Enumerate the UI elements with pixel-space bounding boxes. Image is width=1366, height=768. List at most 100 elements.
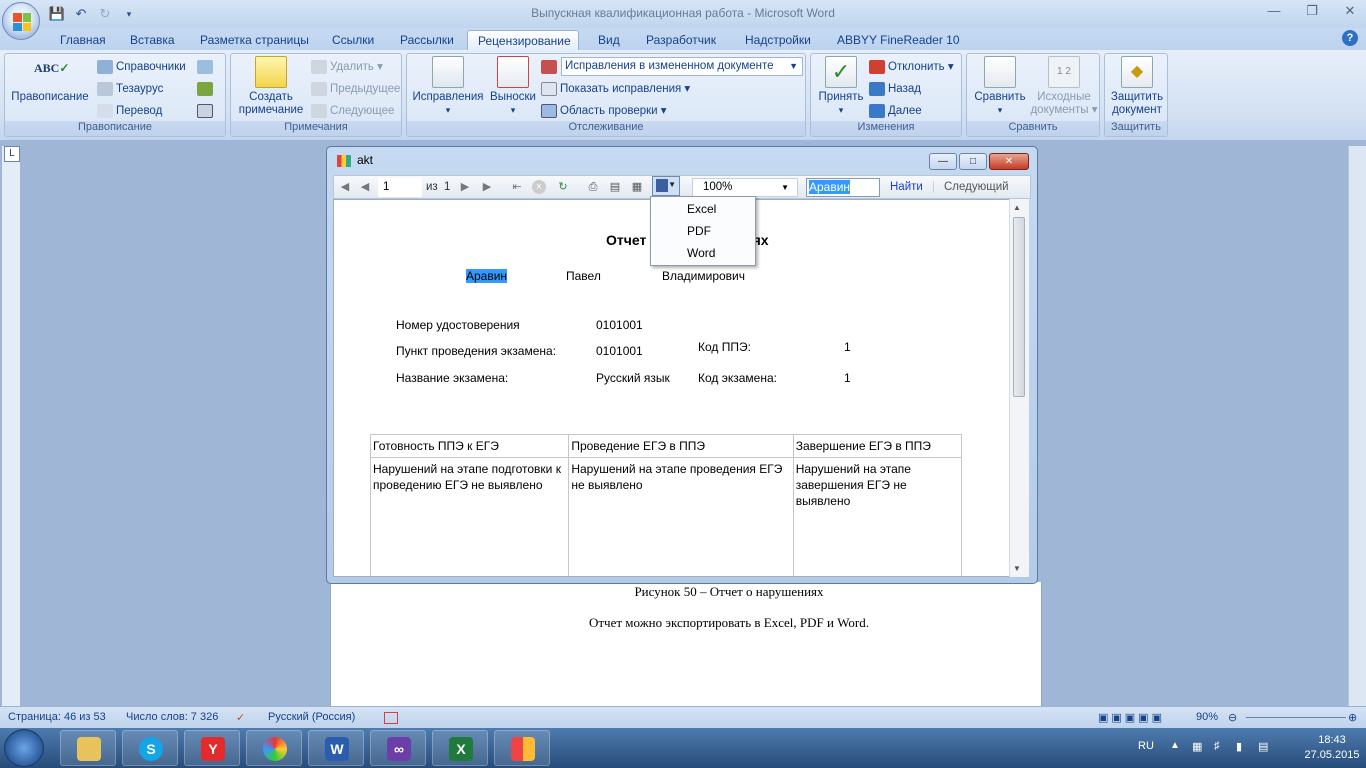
previous-change-button[interactable]: Назад (869, 80, 921, 98)
spelling-button[interactable]: ABC✓ Правописание (9, 56, 91, 104)
back-icon[interactable]: ⇤ (510, 180, 524, 194)
balloons-button[interactable]: Выноски ▾ (487, 56, 539, 117)
find-next-link[interactable]: Следующий (944, 179, 1009, 196)
translate-button[interactable]: Перевод (97, 102, 162, 120)
tab-page-layout[interactable]: Разметка страницы (196, 30, 313, 50)
dialog-maximize-icon[interactable]: □ (959, 153, 987, 170)
taskbar-excel[interactable]: X (432, 730, 488, 766)
start-button[interactable] (4, 729, 44, 767)
print-icon[interactable]: ⎙ (586, 180, 600, 194)
last-page-icon[interactable]: ▶ (480, 180, 494, 194)
tab-view[interactable]: Вид (594, 30, 624, 50)
reviewing-pane-button[interactable]: Область проверки ▾ (541, 102, 667, 120)
document-scrollbar[interactable] (1348, 146, 1366, 706)
reject-label: Отклонить (888, 61, 945, 73)
export-word-item[interactable]: Word (687, 244, 715, 262)
table-header-row: Готовность ППЭ к ЕГЭ Проведение ЕГЭ в ПП… (369, 434, 963, 458)
next-comment-button[interactable]: Следующее (311, 102, 394, 120)
zoom-out-icon[interactable]: ⊖ (1228, 711, 1237, 724)
scroll-up-icon[interactable]: ▲ (1013, 203, 1021, 212)
view-buttons[interactable]: ▣▣▣▣▣ (1098, 711, 1165, 724)
page-number-input[interactable]: 1 (378, 178, 422, 197)
new-comment-button[interactable]: Создать примечание (233, 56, 309, 117)
volume-icon[interactable]: ♯ (1214, 740, 1220, 752)
tab-mailings[interactable]: Рассылки (396, 30, 458, 50)
tab-abbyy[interactable]: ABBYY FineReader 10 (833, 30, 964, 50)
previous-page-icon[interactable]: ◀ (358, 180, 372, 194)
stop-icon[interactable]: × (532, 180, 546, 194)
language-indicator[interactable]: Русский (Россия) (268, 711, 355, 723)
clock-time[interactable]: 18:43 (1302, 734, 1362, 746)
taskbar-app8[interactable] (494, 730, 550, 766)
taskbar-app4[interactable] (246, 730, 302, 766)
ruler-toggle-icon[interactable]: L (4, 146, 20, 162)
skype-icon: S (139, 737, 163, 761)
dialog-close-icon[interactable]: ✕ (989, 153, 1029, 170)
word-count[interactable]: Число слов: 7 326 (126, 711, 218, 723)
track-changes-button[interactable]: Исправления ▾ (409, 56, 487, 117)
tray-expand-icon[interactable]: ▲ (1170, 740, 1180, 751)
help-icon[interactable]: ? (1342, 30, 1358, 46)
tab-home[interactable]: Главная (56, 30, 110, 50)
tab-review[interactable]: Рецензирование (467, 30, 579, 50)
scroll-down-icon[interactable]: ▼ (1013, 564, 1021, 573)
taskbar-visualstudio[interactable]: ∞ (370, 730, 426, 766)
battery-icon[interactable]: ▤ (1258, 740, 1268, 753)
translate-tooltip-button[interactable] (197, 58, 216, 76)
next-change-button[interactable]: Далее (869, 102, 922, 120)
macro-record-icon[interactable] (384, 712, 398, 724)
close-icon[interactable]: ✕ (1338, 2, 1362, 20)
delete-comment-button[interactable]: Удалить ▾ (311, 58, 383, 76)
signal-icon[interactable]: ▮ (1236, 740, 1242, 753)
office-button[interactable] (2, 2, 40, 40)
tab-developer[interactable]: Разработчик (642, 30, 720, 50)
language-button[interactable] (197, 80, 216, 98)
find-input[interactable]: Аравин (806, 178, 880, 197)
restore-icon[interactable]: ❐ (1300, 2, 1324, 20)
refresh-icon[interactable]: ↻ (556, 180, 570, 194)
accept-button[interactable]: ✓ Принять ▾ (813, 56, 869, 117)
export-pdf-item[interactable]: PDF (687, 222, 711, 240)
page-indicator[interactable]: Страница: 46 из 53 (8, 711, 106, 723)
tab-references[interactable]: Ссылки (328, 30, 378, 50)
taskbar-skype[interactable]: S (122, 730, 178, 766)
zoom-slider[interactable] (1246, 717, 1346, 718)
yandex-icon: Y (201, 737, 225, 761)
display-for-review-select[interactable]: Исправления в измененном документе ▼ (561, 57, 803, 76)
thesaurus-label: Тезаурус (116, 83, 164, 95)
export-excel-item[interactable]: Excel (687, 200, 716, 218)
protect-document-button[interactable]: ◆ Защитить документ (1107, 56, 1167, 117)
tab-insert[interactable]: Вставка (126, 30, 179, 50)
proofing-status-icon[interactable]: ✓ (236, 711, 245, 724)
zoom-select[interactable]: 100% ▼ (692, 178, 798, 197)
clock-date[interactable]: 27.05.2015 (1302, 749, 1362, 761)
compare-button[interactable]: Сравнить ▾ (969, 56, 1031, 117)
export-button[interactable]: ▼ (652, 176, 680, 196)
new-comment-label-1: Создать (249, 91, 293, 103)
network-icon[interactable]: ▦ (1192, 740, 1202, 753)
taskbar-explorer[interactable] (60, 730, 116, 766)
next-page-icon[interactable]: ▶ (458, 180, 472, 194)
reject-button[interactable]: Отклонить ▾ (869, 58, 954, 76)
tab-addins[interactable]: Надстройки (741, 30, 815, 50)
previous-comment-button[interactable]: Предыдущее (311, 80, 400, 98)
word-count-button[interactable] (197, 102, 216, 120)
report-scrollbar[interactable]: ▲ ▼ (1009, 199, 1029, 577)
first-page-icon[interactable]: ◀ (338, 180, 352, 194)
page-setup-icon[interactable]: ▦ (630, 180, 644, 194)
find-link[interactable]: Найти (890, 179, 923, 196)
taskbar-word[interactable]: W (308, 730, 364, 766)
zoom-level[interactable]: 90% (1196, 711, 1218, 723)
thesaurus-button[interactable]: Тезаурус (97, 80, 163, 98)
show-markup-button[interactable]: Показать исправления ▾ (541, 80, 690, 98)
tracking-caption: Отслеживание (407, 121, 805, 136)
dialog-minimize-icon[interactable]: — (929, 153, 957, 170)
scroll-thumb[interactable] (1013, 217, 1025, 397)
source-documents-button[interactable]: 1 2 Исходные документы ▾ (1029, 56, 1099, 117)
zoom-in-icon[interactable]: ⊕ (1348, 711, 1357, 724)
print-layout-icon[interactable]: ▤ (608, 180, 622, 194)
input-language[interactable]: RU (1138, 740, 1154, 752)
taskbar-yandex[interactable]: Y (184, 730, 240, 766)
research-button[interactable]: Справочники (97, 58, 186, 76)
minimize-icon[interactable]: — (1262, 2, 1286, 20)
